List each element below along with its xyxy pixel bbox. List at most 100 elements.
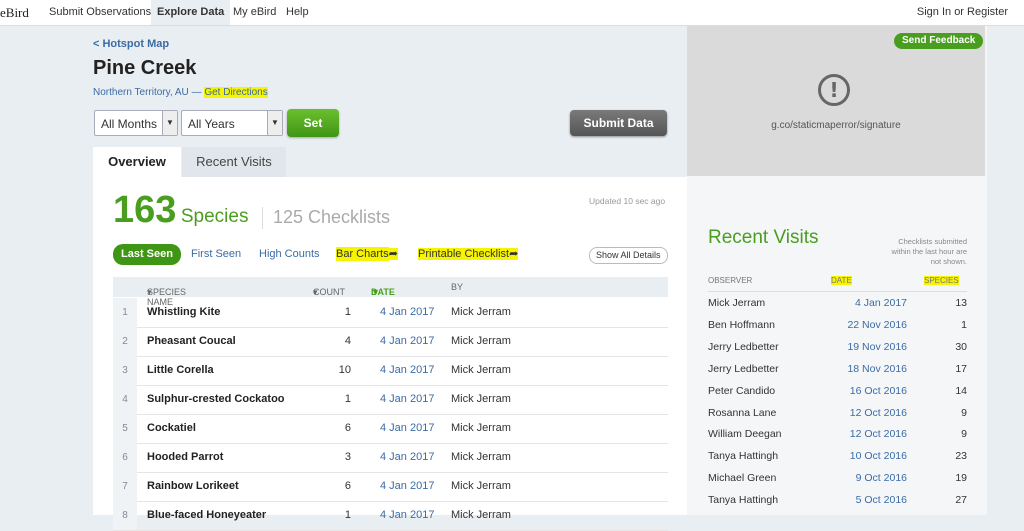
sign-in-link[interactable]: Sign In or Register	[917, 0, 1008, 25]
bar-charts-link[interactable]: Bar Charts➦	[336, 247, 398, 262]
species-date-link[interactable]: 4 Jan 2017	[380, 327, 434, 356]
printable-checklist-label: Printable Checklist	[418, 248, 510, 260]
species-date-link[interactable]: 4 Jan 2017	[380, 414, 434, 443]
species-observer: Mick Jerram	[451, 393, 511, 405]
months-select[interactable]: All Months ▼	[94, 110, 178, 136]
years-value: All Years	[188, 117, 235, 131]
species-stats: 163 Species	[113, 189, 248, 232]
species-count-cell: 6	[344, 422, 351, 434]
col-by: BY	[451, 282, 464, 292]
right-gutter	[987, 26, 1024, 515]
list-item[interactable]: William Deegan 12 Oct 2016 9	[708, 423, 967, 445]
first-seen-button[interactable]: First Seen	[191, 244, 241, 265]
row-number: 6	[113, 443, 137, 472]
visit-date-link[interactable]: 16 Oct 2016	[850, 380, 907, 402]
stats-divider	[262, 207, 263, 229]
visit-observer: Jerry Ledbetter	[708, 362, 779, 375]
submit-data-button[interactable]: Submit Data	[570, 110, 667, 136]
table-row[interactable]: 8 Blue-faced Honeyeater 1 4 Jan 2017 Mick Je…	[113, 501, 668, 531]
high-counts-button[interactable]: High Counts	[259, 244, 320, 265]
species-observer: Mick Jerram	[451, 509, 511, 521]
printable-checklist-link[interactable]: Printable Checklist➦	[418, 247, 519, 262]
visit-species-count: 27	[955, 494, 967, 507]
visit-species-count: 9	[961, 406, 967, 419]
species-label: Species	[180, 206, 249, 227]
list-item[interactable]: Peter Candido 16 Oct 2016 14	[708, 380, 967, 402]
sort-icon: ▾	[313, 287, 318, 297]
visit-observer: Mick Jerram	[708, 297, 766, 309]
table-row[interactable]: 4 Sulphur-crested Cockatoo 1 4 Jan 2017 Mick…	[113, 385, 668, 415]
species-name[interactable]: Pheasant Coucal	[147, 327, 236, 356]
list-item[interactable]: Ben Hoffmann 22 Nov 2016 1	[708, 314, 967, 336]
species-date-link[interactable]: 4 Jan 2017	[380, 472, 434, 501]
visit-observer: William Deegan	[708, 428, 782, 441]
tab-overview[interactable]: Overview	[93, 147, 181, 177]
table-row[interactable]: 1 Whistling Kite 1 4 Jan 2017 Mick Jerram	[113, 298, 668, 328]
visit-date-link[interactable]: 10 Oct 2016	[850, 445, 907, 467]
visit-observer: Tanya Hattingh	[708, 450, 779, 463]
species-name[interactable]: Sulphur-crested Cockatoo	[147, 385, 285, 414]
species-observer: Mick Jerram	[451, 422, 511, 434]
species-name[interactable]: Blue-faced Honeyeater	[147, 501, 266, 530]
show-all-details-button[interactable]: Show All Details	[589, 247, 668, 264]
species-name[interactable]: Cockatiel	[147, 414, 196, 443]
visit-observer: Michael Green	[708, 472, 777, 485]
species-name[interactable]: Whistling Kite	[147, 298, 220, 327]
visit-date-link[interactable]: 12 Oct 2016	[850, 402, 907, 424]
nav-help[interactable]: Help	[280, 0, 315, 25]
visit-date-link[interactable]: 9 Oct 2016	[856, 467, 907, 489]
visit-date-link[interactable]: 4 Jan 2017	[855, 292, 907, 314]
static-map[interactable]: Send Feedback ! g.co/staticmaperror/sign…	[687, 26, 985, 176]
list-item[interactable]: Tanya Hattingh 10 Oct 2016 23	[708, 445, 967, 467]
species-name[interactable]: Rainbow Lorikeet	[147, 472, 239, 501]
species-name[interactable]: Hooded Parrot	[147, 443, 223, 472]
list-item[interactable]: Mick Jerram 4 Jan 2017 13	[708, 292, 967, 314]
tab-recent-visits[interactable]: Recent Visits	[182, 147, 286, 177]
table-row[interactable]: 2 Pheasant Coucal 4 4 Jan 2017 Mick Jerram	[113, 327, 668, 357]
set-button[interactable]: Set	[287, 109, 339, 137]
years-select[interactable]: All Years ▼	[181, 110, 283, 136]
visit-date-link[interactable]: 22 Nov 2016	[847, 314, 907, 336]
table-row[interactable]: 7 Rainbow Lorikeet 6 4 Jan 2017 Mick Jerram	[113, 472, 668, 502]
chevron-down-icon: ▼	[267, 111, 282, 135]
table-row[interactable]: 6 Hooded Parrot 3 4 Jan 2017 Mick Jerram	[113, 443, 668, 473]
table-row[interactable]: 3 Little Corella 10 4 Jan 2017 Mick Jerram	[113, 356, 668, 386]
visit-observer: Rosanna Lane	[708, 406, 777, 419]
visit-date-link[interactable]: 19 Nov 2016	[847, 336, 907, 358]
visit-species-count: 13	[955, 297, 967, 309]
list-item[interactable]: Rosanna Lane 12 Oct 2016 9	[708, 402, 967, 424]
species-observer: Mick Jerram	[451, 480, 511, 492]
species-date-link[interactable]: 4 Jan 2017	[380, 298, 434, 327]
nav-my-ebird[interactable]: My eBird	[227, 0, 282, 25]
checklists-count[interactable]: 125 Checklists	[273, 207, 390, 228]
nav-submit-observations[interactable]: Submit Observations	[43, 0, 157, 25]
send-feedback-button[interactable]: Send Feedback	[894, 33, 984, 49]
row-number: 8	[113, 501, 137, 530]
species-name[interactable]: Little Corella	[147, 356, 214, 385]
list-item[interactable]: Jerry Ledbetter 18 Nov 2016 17	[708, 358, 967, 380]
get-directions-link[interactable]: Get Directions	[204, 87, 268, 98]
species-date-link[interactable]: 4 Jan 2017	[380, 443, 434, 472]
visit-date-link[interactable]: 12 Oct 2016	[850, 423, 907, 445]
nav-explore-data[interactable]: Explore Data	[151, 0, 231, 25]
ebird-logo[interactable]: eBird	[0, 5, 29, 21]
col-observer: OBSERVER	[708, 276, 753, 285]
species-date-link[interactable]: 4 Jan 2017	[380, 501, 434, 530]
map-error-text: g.co/staticmaperror/signature	[771, 120, 901, 131]
location-line: Northern Territory, AU — Get Directions	[93, 87, 268, 98]
list-item[interactable]: Michael Green 9 Oct 2016 19	[708, 467, 967, 489]
row-number: 4	[113, 385, 137, 414]
species-observer: Mick Jerram	[451, 306, 511, 318]
visit-date-link[interactable]: 18 Nov 2016	[847, 358, 907, 380]
table-row[interactable]: 5 Cockatiel 6 4 Jan 2017 Mick Jerram	[113, 414, 668, 444]
location-link[interactable]: Northern Territory, AU	[93, 87, 189, 98]
hotspot-map-link[interactable]: < Hotspot Map	[93, 38, 169, 50]
species-date-link[interactable]: 4 Jan 2017	[380, 385, 434, 414]
list-item[interactable]: Jerry Ledbetter 19 Nov 2016 30	[708, 336, 967, 358]
species-date-link[interactable]: 4 Jan 2017	[380, 356, 434, 385]
last-seen-button[interactable]: Last Seen	[113, 244, 181, 265]
recent-visits-title: Recent Visits	[708, 227, 819, 248]
species-observer: Mick Jerram	[451, 451, 511, 463]
visit-date-link[interactable]: 5 Oct 2016	[856, 489, 907, 511]
list-item[interactable]: Tanya Hattingh 5 Oct 2016 27	[708, 489, 967, 511]
